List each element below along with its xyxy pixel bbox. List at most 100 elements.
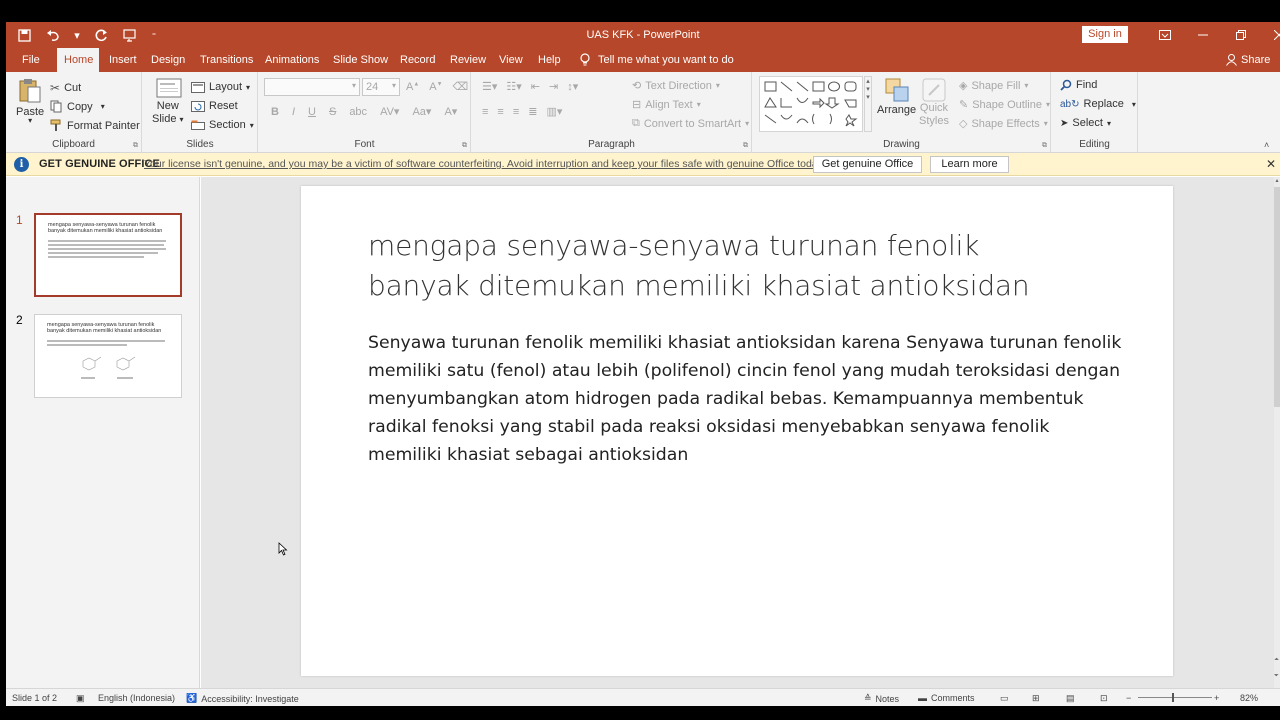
reading-view-icon[interactable]: ▤: [1066, 693, 1075, 704]
language-indicator[interactable]: English (Indonesia): [98, 693, 175, 703]
notification-close-icon[interactable]: ✕: [1266, 157, 1276, 171]
columns-icon[interactable]: ▥▾: [546, 105, 562, 118]
change-case-icon[interactable]: Aa▾: [412, 105, 431, 118]
tab-view[interactable]: View: [492, 48, 530, 72]
shape-effects-button[interactable]: ◇ Shape Effects ▾: [959, 117, 1048, 131]
character-spacing-icon[interactable]: AV▾: [380, 105, 399, 118]
slide-thumbnail-1[interactable]: mengapa senyawa-senyawa turunan fenolik …: [34, 213, 182, 297]
slide-body-text[interactable]: Senyawa turunan fenolik memiliki khasiat…: [368, 329, 1128, 469]
new-slide-button[interactable]: New Slide ▾: [152, 78, 184, 126]
shape-fill-button[interactable]: ◈ Shape Fill ▾: [959, 79, 1028, 93]
format-painter-button[interactable]: Format Painter: [50, 119, 140, 132]
info-icon: i: [14, 157, 29, 172]
tab-file[interactable]: File: [15, 48, 47, 72]
justify-icon[interactable]: ≣: [528, 105, 537, 118]
font-launcher-icon[interactable]: ⧉: [462, 142, 467, 150]
quick-styles-button[interactable]: Quick Styles: [919, 78, 949, 128]
normal-view-icon[interactable]: ▭: [1000, 693, 1009, 704]
tab-slide-show[interactable]: Slide Show: [326, 48, 395, 72]
slide-canvas[interactable]: mengapa senyawa-senyawa turunan fenolik …: [301, 186, 1173, 676]
tell-me-box[interactable]: Tell me what you want to do: [580, 48, 734, 72]
align-right-icon[interactable]: ≡: [513, 106, 519, 118]
tab-design[interactable]: Design: [144, 48, 192, 72]
numbering-icon[interactable]: ☷▾: [506, 80, 521, 93]
copy-button[interactable]: Copy ▾: [50, 100, 105, 113]
comments-button[interactable]: ▬ Comments: [918, 693, 975, 703]
reset-button[interactable]: Reset: [191, 100, 238, 112]
section-button[interactable]: Section ▾: [191, 119, 254, 131]
zoom-slider-handle[interactable]: [1172, 693, 1174, 702]
select-button[interactable]: ➤ Select ▾: [1060, 117, 1111, 129]
close-icon[interactable]: [1260, 22, 1280, 48]
layout-button[interactable]: Layout ▾: [191, 81, 250, 93]
spelling-check-icon[interactable]: ▣: [76, 693, 85, 704]
collapse-ribbon-icon[interactable]: ˄: [1264, 140, 1269, 150]
tab-record[interactable]: Record: [393, 48, 442, 72]
bullets-icon[interactable]: ☰▾: [482, 80, 497, 93]
tab-review[interactable]: Review: [443, 48, 493, 72]
italic-button[interactable]: I: [292, 106, 295, 118]
shapes-scroll-icon[interactable]: ▴ ▾ ▾: [864, 76, 872, 132]
restore-icon[interactable]: [1222, 22, 1260, 48]
previous-slide-icon[interactable]: ⏶: [1274, 657, 1279, 664]
slide-sorter-view-icon[interactable]: ⊞: [1032, 693, 1040, 704]
underline-button[interactable]: U: [308, 106, 316, 118]
thumbnail-title: mengapa senyawa-senyawa turunan fenolik …: [47, 322, 162, 334]
zoom-slider[interactable]: [1138, 697, 1212, 698]
decrease-indent-icon[interactable]: ⇤: [531, 80, 540, 93]
get-genuine-office-button[interactable]: Get genuine Office: [813, 156, 922, 173]
notification-message-link[interactable]: Your license isn't genuine, and you may …: [144, 158, 825, 170]
ribbon-display-icon[interactable]: [1146, 22, 1184, 48]
align-text-button[interactable]: ⊟ Align Text ▾: [632, 98, 701, 112]
find-button[interactable]: Find: [1060, 79, 1097, 91]
decrease-font-size-icon[interactable]: A▼: [429, 81, 442, 93]
slide-show-view-icon[interactable]: ⊡: [1100, 693, 1108, 704]
shape-outline-button[interactable]: ✎ Shape Outline ▾: [959, 98, 1050, 112]
scroll-up-icon[interactable]: ▴: [1274, 177, 1280, 184]
tab-transitions[interactable]: Transitions: [193, 48, 260, 72]
learn-more-button[interactable]: Learn more: [930, 156, 1009, 173]
bold-button[interactable]: B: [271, 106, 279, 118]
zoom-out-icon[interactable]: −: [1126, 693, 1131, 703]
clipboard-launcher-icon[interactable]: ⧉: [133, 142, 138, 150]
font-size-combobox[interactable]: 24 ▾: [362, 78, 400, 96]
increase-indent-icon[interactable]: ⇥: [549, 80, 558, 93]
sign-in-button[interactable]: Sign in: [1082, 26, 1128, 43]
align-left-icon[interactable]: ≡: [482, 106, 488, 118]
strikethrough-button[interactable]: S: [329, 106, 336, 118]
text-direction-button[interactable]: ⟲ Text Direction ▾: [632, 79, 720, 93]
accessibility-checker[interactable]: ♿ Accessibility: Investigate: [186, 693, 299, 704]
font-name-dropdown-icon[interactable]: ▾: [352, 81, 356, 90]
scissors-icon: ✂: [50, 81, 61, 95]
tab-insert[interactable]: Insert: [102, 48, 144, 72]
arrange-button[interactable]: Arrange: [877, 78, 916, 116]
minimize-icon[interactable]: [1184, 22, 1222, 48]
text-shadow-icon[interactable]: abc: [349, 106, 367, 118]
vertical-scrollbar[interactable]: ▴ ⏶ ⏷: [1274, 177, 1280, 688]
tab-help[interactable]: Help: [531, 48, 568, 72]
share-button[interactable]: Share: [1226, 48, 1270, 72]
slide-title[interactable]: mengapa senyawa-senyawa turunan fenolik …: [368, 226, 1128, 306]
paragraph-launcher-icon[interactable]: ⧉: [743, 142, 748, 150]
shapes-gallery[interactable]: [759, 76, 863, 132]
font-name-combobox[interactable]: ▾: [264, 78, 360, 96]
line-spacing-icon[interactable]: ↕▾: [567, 80, 578, 93]
tab-home[interactable]: Home: [57, 48, 99, 72]
zoom-in-icon[interactable]: +: [1214, 693, 1219, 703]
replace-button[interactable]: ab↻ Replace ▾: [1060, 98, 1136, 110]
notes-button[interactable]: ≙ Notes: [864, 693, 899, 704]
font-color-icon[interactable]: A▾: [444, 105, 457, 118]
zoom-level[interactable]: 82%: [1240, 693, 1258, 703]
font-size-dropdown-icon[interactable]: ▾: [392, 81, 396, 90]
next-slide-icon[interactable]: ⏷: [1274, 673, 1279, 680]
paste-button[interactable]: Paste ▾: [16, 78, 44, 125]
cut-button[interactable]: ✂ Cut: [50, 81, 81, 95]
clear-formatting-icon[interactable]: ⌫: [453, 80, 469, 93]
slide-thumbnail-2[interactable]: mengapa senyawa-senyawa turunan fenolik …: [34, 314, 182, 398]
convert-smartart-button[interactable]: ⧉ Convert to SmartArt ▾: [632, 117, 749, 130]
scrollbar-thumb[interactable]: [1274, 187, 1280, 407]
increase-font-size-icon[interactable]: A▲: [406, 81, 419, 93]
align-center-icon[interactable]: ≡: [497, 106, 503, 118]
drawing-launcher-icon[interactable]: ⧉: [1042, 142, 1047, 150]
tab-animations[interactable]: Animations: [258, 48, 326, 72]
